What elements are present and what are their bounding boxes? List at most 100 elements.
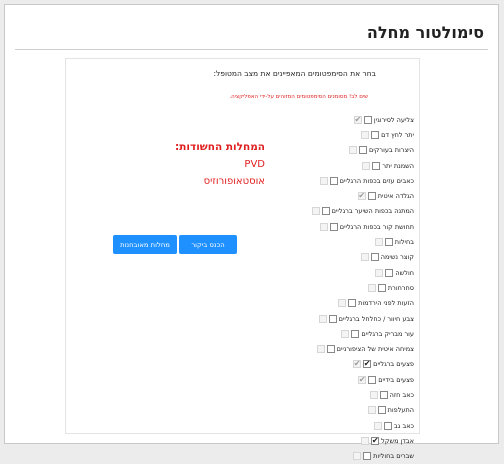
diagnosed-diseases-button[interactable]: מחלות מאובחנות [113, 235, 177, 254]
symptom-item[interactable]: צליעה לסירוגין ✔ [312, 112, 414, 127]
symptom-item[interactable]: פצעים בידיים ✔ [312, 372, 414, 387]
symptom-item[interactable]: השמנת יתר [312, 158, 414, 173]
symptom-label: התעלפות [387, 406, 414, 415]
symptom-item[interactable]: כאב גב [312, 418, 414, 433]
symptom-item[interactable]: צמיחה איטית של הציפורניים [312, 341, 414, 356]
app-detected-checkbox [362, 161, 371, 170]
symptom-label: סחרחורת [387, 283, 414, 292]
symptom-item[interactable]: חולשה [312, 265, 414, 280]
symptom-checkbox[interactable] [328, 314, 337, 323]
app-detected-checkbox [318, 314, 327, 323]
symptom-item[interactable]: תחושת קור בכפות הרגליים [312, 219, 414, 234]
app-detected-checkbox [338, 299, 347, 308]
symptom-item[interactable]: שברים בחוליות [312, 449, 414, 464]
symptom-label: פצעים בידיים [378, 375, 414, 384]
title-divider [15, 49, 488, 50]
symptom-checkbox[interactable] [363, 452, 372, 461]
symptom-item[interactable]: בחילות [312, 234, 414, 249]
symptom-item[interactable]: התעלפות [312, 403, 414, 418]
symptom-label: כאבים עזים בכפות הרגליים [339, 176, 414, 185]
app-detected-checkbox [361, 130, 370, 139]
symptom-label: צמיחה איטית של הציפורניים [336, 345, 414, 354]
symptom-label: פצעים ברגליים [373, 360, 414, 369]
app-detected-checkbox [360, 253, 369, 262]
symptom-label: שברים בחוליות [373, 452, 414, 461]
symptom-label: יתר לחץ דם [381, 130, 414, 139]
symptom-checkbox[interactable] [326, 345, 335, 354]
symptom-label: הגלדה איטית [377, 192, 414, 201]
symptom-checkbox[interactable] [348, 299, 357, 308]
symptom-item[interactable]: הזעות לפני הירדמות [312, 296, 414, 311]
symptom-item[interactable]: צבע חיוור / כחלחל ברגליים [312, 311, 414, 326]
app-detected-checkbox: ✔ [357, 191, 366, 201]
page-title: סימולטור מחלה [366, 23, 484, 42]
app-detected-checkbox [316, 345, 325, 354]
app-detected-checkbox [319, 222, 328, 231]
symptom-checkbox[interactable] [359, 146, 368, 155]
symptom-checkbox[interactable] [383, 421, 392, 430]
app-detected-checkbox [319, 176, 328, 185]
symptom-checkbox[interactable] [379, 390, 388, 399]
symptom-item[interactable]: יתר לחץ דם [312, 127, 414, 142]
symptom-checkbox[interactable] [368, 375, 377, 384]
app-detected-checkbox: ✔ [358, 374, 367, 384]
app-detected-checkbox [374, 238, 383, 247]
symptom-checkbox[interactable] [329, 176, 338, 185]
symptom-list: צליעה לסירוגין ✔ יתר לחץ דם היצרות בעורקים ה… [311, 112, 414, 464]
symptom-label: כאב חזה [389, 390, 414, 399]
symptom-checkbox[interactable] [384, 238, 393, 247]
suspected-disease-item: PVD [244, 159, 265, 170]
symptom-label: חולשה [395, 268, 414, 277]
symptom-item[interactable]: עור מבריק ברגליים [312, 326, 414, 341]
symptom-label: הזעות לפני הירדמות [358, 299, 414, 308]
symptom-checkbox[interactable] [329, 222, 338, 231]
symptom-label: אבדן משקל [381, 436, 414, 445]
symptom-label: צליעה לסירוגין [373, 115, 414, 124]
symptom-checkbox[interactable] [385, 268, 394, 277]
form-instruction: בחר את הסימפטומים המאפיינים את מצב המטופ… [213, 69, 377, 78]
symptom-checkbox[interactable] [371, 130, 380, 139]
symptom-checkbox[interactable] [372, 161, 381, 170]
symptom-item[interactable]: המתנה בכפות השיער ברגליים [311, 204, 414, 219]
symptom-checkbox[interactable] [377, 283, 386, 292]
symptom-label: בחילות [394, 238, 414, 247]
app-detected-checkbox: ✔ [353, 114, 362, 124]
app-detected-warning: שים לב! מסומנים הסימפטומים המזוהים על-יד… [229, 94, 368, 100]
symptom-label: המתנה בכפות השיער ברגליים [331, 207, 414, 216]
symptom-checkbox[interactable] [321, 207, 330, 216]
symptom-checkbox[interactable] [367, 192, 376, 201]
symptom-label: תחושת קור בכפות הרגליים [339, 222, 414, 231]
app-detected-checkbox [349, 146, 358, 155]
suspected-disease-item: אוסטאופורוזיס [203, 176, 265, 187]
symptom-item[interactable]: אבדן משקל ✔ [312, 433, 414, 448]
app-detected-checkbox [353, 452, 362, 461]
symptom-item[interactable]: כאב חזה [312, 387, 414, 402]
symptom-label: עור מבריק ברגליים [361, 329, 414, 338]
symptom-checkbox[interactable]: ✔ [363, 360, 372, 369]
symptom-checkbox[interactable] [377, 406, 386, 415]
symptom-checkbox[interactable] [363, 115, 372, 124]
app-detected-checkbox [367, 406, 376, 415]
app-detected-checkbox [311, 207, 320, 216]
symptom-checkbox[interactable]: ✔ [371, 436, 380, 445]
app-detected-checkbox: ✔ [353, 359, 362, 369]
app-detected-checkbox [341, 329, 350, 338]
symptom-item[interactable]: הגלדה איטית ✔ [312, 188, 414, 203]
symptom-item[interactable]: היצרות בעורקים [312, 143, 414, 158]
enter-visit-button[interactable]: הכנס ביקור [179, 235, 237, 254]
symptom-item[interactable]: סחרחורת [312, 280, 414, 295]
app-detected-checkbox [361, 436, 370, 445]
symptom-label: צבע חיוור / כחלחל ברגליים [338, 314, 414, 323]
symptom-label: כאב גב [393, 421, 414, 430]
symptom-label: השמנת יתר [382, 161, 414, 170]
app-detected-checkbox [367, 283, 376, 292]
app-detected-checkbox [373, 421, 382, 430]
symptom-checkbox[interactable] [370, 253, 379, 262]
app-detected-checkbox [369, 390, 378, 399]
symptom-item[interactable]: כאבים עזים בכפות הרגליים [312, 173, 414, 188]
symptom-label: היצרות בעורקים [369, 146, 414, 155]
symptom-item[interactable]: פצעים ברגליים ✔ ✔ [312, 357, 414, 372]
symptom-label: קוצר נשימה [380, 253, 414, 262]
symptom-checkbox[interactable] [351, 329, 360, 338]
symptom-item[interactable]: קוצר נשימה [312, 250, 414, 265]
